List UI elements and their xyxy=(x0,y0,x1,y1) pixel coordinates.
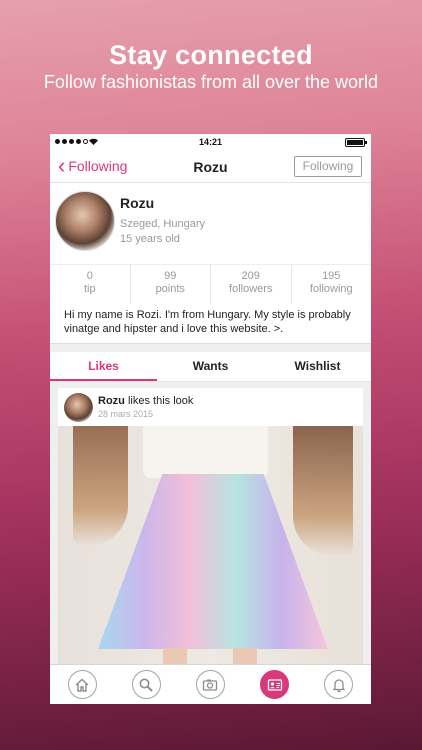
stat-value: 99 xyxy=(164,270,177,282)
back-button[interactable]: ‹ Following xyxy=(58,153,128,178)
profile-age: 15 years old xyxy=(120,233,180,245)
status-bar: 14:21 xyxy=(50,134,371,151)
avatar[interactable] xyxy=(55,191,115,251)
promo-subtitle: Follow fashionistas from all over the wo… xyxy=(43,72,379,92)
stat-label: followers xyxy=(229,283,273,295)
profile-location: Szeged, Hungary xyxy=(120,218,205,230)
feed-date: 28 mars 2015 xyxy=(98,409,154,419)
stat-value: 209 xyxy=(241,270,260,282)
profile-stats: 0 tip 99 points 209 followers 195 follow… xyxy=(50,264,371,304)
promo-title: Stay connected xyxy=(109,40,313,70)
profile-tabs: Likes Wants Wishlist xyxy=(50,352,371,382)
feed-card-header: Rozu likes this look 28 mars 2015 xyxy=(58,388,363,426)
tab-wants[interactable]: Wants xyxy=(157,352,264,381)
look-photo[interactable] xyxy=(58,426,363,676)
camera-icon[interactable] xyxy=(195,670,225,699)
back-label: Following xyxy=(68,158,128,174)
profile-header: Rozu Szeged, Hungary 15 years old xyxy=(50,183,371,264)
feed: Rozu likes this look 28 mars 2015 xyxy=(50,382,371,678)
bell-icon[interactable] xyxy=(324,670,354,699)
stat-label: points xyxy=(155,283,185,295)
home-icon[interactable] xyxy=(67,670,97,699)
tab-wishlist[interactable]: Wishlist xyxy=(264,352,371,381)
following-button[interactable]: Following xyxy=(294,156,362,177)
stat-following[interactable]: 195 following xyxy=(292,265,372,304)
feed-action-text: likes this look xyxy=(127,395,194,407)
search-icon[interactable] xyxy=(131,670,161,699)
phone-screen: 14:21 ‹ Following Rozu Following Rozu Sz… xyxy=(50,134,371,704)
stat-value: 0 xyxy=(86,270,93,282)
stat-points[interactable]: 99 points xyxy=(131,265,211,304)
status-time: 14:21 xyxy=(198,137,223,147)
avatar[interactable] xyxy=(64,393,93,422)
feed-user-link[interactable]: Rozu xyxy=(98,395,125,407)
nav-bar: ‹ Following Rozu Following xyxy=(50,151,371,183)
profile-bio: Hi my name is Rozi. I'm from Hungary. My… xyxy=(50,304,371,344)
stat-value: 195 xyxy=(322,270,341,282)
battery-icon xyxy=(345,138,367,147)
tab-likes[interactable]: Likes xyxy=(50,352,157,381)
bottom-tab-bar xyxy=(50,664,371,704)
profile-name: Rozu xyxy=(120,195,155,211)
stat-followers[interactable]: 209 followers xyxy=(211,265,292,304)
profile-card-icon[interactable] xyxy=(260,670,290,699)
stat-tip[interactable]: 0 tip xyxy=(50,265,131,304)
section-divider xyxy=(50,344,371,352)
stat-label: tip xyxy=(83,283,96,295)
stat-label: following xyxy=(309,283,353,295)
feed-activity: Rozu likes this look xyxy=(98,395,193,407)
chevron-left-icon: ‹ xyxy=(58,153,66,178)
